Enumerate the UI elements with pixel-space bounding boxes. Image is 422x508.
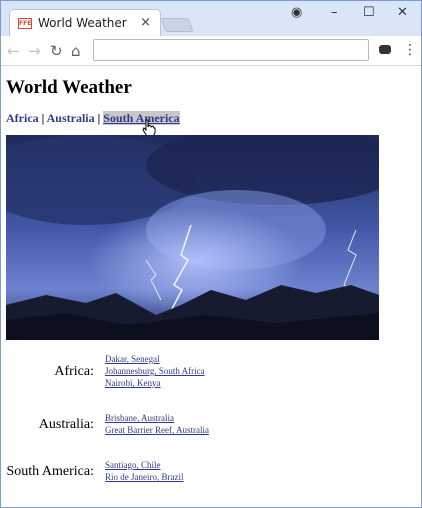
title-bar: FFE World Weather × ◉ – ☐ ✕: [1, 1, 421, 37]
region-links-australia: Brisbane, Australia Great Barrier Reef, …: [105, 412, 209, 436]
city-link[interactable]: Rio de Janeiro, Brazil: [105, 471, 183, 483]
window-close-button[interactable]: ✕: [397, 5, 408, 20]
page-content: World Weather Africa | Australia | South…: [2, 67, 422, 507]
region-label-australia: Australia:: [38, 417, 94, 432]
site-favicon-icon: FFE: [18, 18, 32, 29]
nav-separator: |: [38, 111, 47, 125]
city-link[interactable]: Santiago, Chile: [105, 459, 183, 471]
region-links-africa: Dakar, Senegal Johannesburg, South Afric…: [105, 353, 205, 389]
city-link[interactable]: Nairobi, Kenya: [105, 377, 205, 389]
close-tab-icon[interactable]: ×: [140, 15, 151, 30]
back-icon[interactable]: ←: [7, 42, 20, 60]
city-link[interactable]: Great Barrier Reef, Australia: [105, 424, 209, 436]
nav-link-australia[interactable]: Australia: [47, 111, 95, 125]
browser-toolbar: ← → ↻ ⌂ ⋮: [1, 36, 421, 66]
region-label-africa: Africa:: [54, 364, 94, 379]
nav-link-africa[interactable]: Africa: [6, 111, 39, 125]
browser-window: FFE World Weather × ◉ – ☐ ✕ ← → ↻ ⌂ ⋮ Wo…: [0, 0, 422, 508]
new-tab-button[interactable]: [160, 18, 194, 32]
nav-separator: |: [94, 111, 104, 125]
forward-icon[interactable]: →: [28, 42, 41, 60]
region-links-south-america: Santiago, Chile Rio de Janeiro, Brazil: [105, 459, 183, 483]
profile-icon[interactable]: ◉: [291, 5, 302, 20]
maximize-button[interactable]: ☐: [363, 5, 375, 20]
city-link[interactable]: Johannesburg, South Africa: [105, 365, 205, 377]
extension-icon[interactable]: [379, 45, 391, 54]
region-label-south-america: South America:: [6, 464, 95, 479]
minimize-button[interactable]: –: [331, 5, 338, 20]
reload-icon[interactable]: ↻: [50, 42, 63, 60]
hero-storm-image: [6, 135, 379, 340]
browser-menu-icon[interactable]: ⋮: [403, 42, 417, 58]
address-bar[interactable]: [93, 39, 369, 61]
tab-world-weather[interactable]: FFE World Weather ×: [9, 9, 161, 37]
home-icon[interactable]: ⌂: [71, 42, 81, 60]
page-title: World Weather: [6, 77, 132, 98]
city-link[interactable]: Brisbane, Australia: [105, 412, 209, 424]
tab-title: World Weather: [38, 16, 127, 30]
city-link[interactable]: Dakar, Senegal: [105, 353, 205, 365]
